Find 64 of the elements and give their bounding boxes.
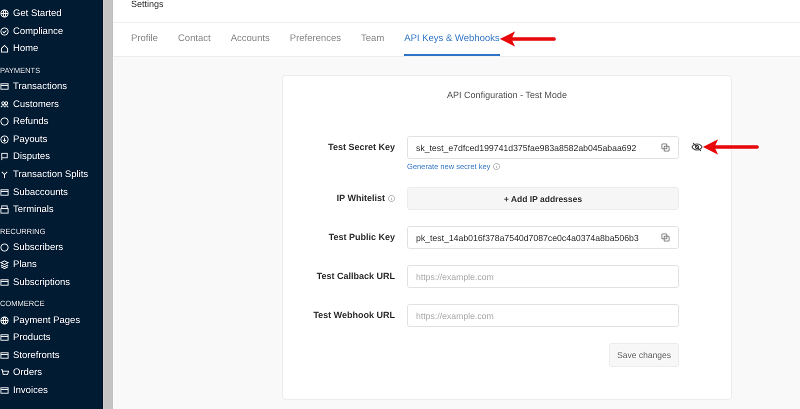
nav-icon: [0, 316, 9, 325]
nav-icon: [0, 368, 9, 378]
field-label: IP Whitelist: [336, 193, 385, 203]
nav-icon: [0, 170, 9, 180]
sidebar-item[interactable]: Terminals: [0, 200, 103, 219]
nav-icon: [0, 278, 9, 288]
sidebar-item[interactable]: Transactions: [0, 78, 103, 96]
info-icon: [493, 163, 500, 170]
sidebar-item[interactable]: Customers: [0, 95, 103, 113]
sidebar-item[interactable]: Home: [0, 40, 103, 58]
scrollbar[interactable]: [103, 0, 113, 409]
nav-icon: [0, 44, 9, 54]
nav-icon: [0, 386, 9, 395]
annotation-arrow: [703, 139, 759, 155]
sidebar-item[interactable]: Storefronts: [0, 346, 103, 364]
sidebar-item[interactable]: Payment Pages: [0, 311, 103, 329]
nav-icon: [0, 26, 9, 36]
nav-icon: [0, 117, 9, 126]
sidebar-item[interactable]: Refunds: [0, 112, 103, 131]
sidebar-item[interactable]: Compliance: [0, 22, 103, 40]
nav-icon: [0, 205, 9, 214]
sidebar-item[interactable]: Plans: [0, 256, 103, 274]
nav-icon: [0, 82, 9, 92]
sidebar-item[interactable]: Subscribers: [0, 238, 103, 256]
copy-icon[interactable]: [661, 143, 670, 152]
nav-icon: [0, 350, 9, 360]
field-label: Test Secret Key: [328, 142, 395, 152]
nav-icon: [0, 9, 9, 18]
tab[interactable]: Preferences: [290, 31, 341, 56]
url-field[interactable]: https://example.com: [407, 304, 679, 327]
url-field[interactable]: https://example.com: [407, 265, 679, 288]
nav-icon: [0, 188, 9, 197]
tab[interactable]: Contact: [178, 31, 211, 56]
field-label: Test Public Key: [328, 232, 395, 242]
key-field[interactable]: pk_test_14ab016f378a7540d7087ce0c4a0374a8ba506b3: [407, 226, 679, 249]
sidebar-item[interactable]: Get Started: [0, 5, 103, 23]
tab[interactable]: Team: [361, 31, 384, 56]
sidebar-item[interactable]: Disputes: [0, 148, 103, 166]
annotation-arrow: [500, 31, 556, 47]
hide-eye-icon[interactable]: [691, 142, 703, 152]
sidebar-item[interactable]: Subaccounts: [0, 183, 103, 201]
field-label: Test Webhook URL: [313, 310, 395, 320]
add-ip-button[interactable]: + Add IP addresses: [407, 187, 679, 210]
nav-icon: [0, 333, 9, 342]
nav-icon: [0, 134, 9, 144]
nav-icon: [0, 100, 9, 109]
nav-icon: [0, 260, 9, 270]
sidebar-item[interactable]: Invoices: [0, 382, 103, 400]
save-button[interactable]: Save changes: [609, 343, 679, 367]
sidebar-item[interactable]: Products: [0, 328, 103, 346]
tab[interactable]: Profile: [131, 31, 158, 56]
field-label: Test Callback URL: [316, 271, 395, 281]
sidebar-item[interactable]: Payouts: [0, 130, 103, 148]
tab[interactable]: Accounts: [230, 31, 270, 56]
sidebar-item[interactable]: Orders: [0, 364, 103, 382]
sidebar-item[interactable]: Transaction Splits: [0, 166, 103, 184]
card-title: API Configuration - Test Mode: [446, 90, 568, 100]
tab[interactable]: API Keys & Webhooks: [404, 31, 500, 56]
sidebar-item[interactable]: Subscriptions: [0, 274, 103, 292]
copy-icon[interactable]: [661, 233, 670, 242]
nav-icon: [0, 152, 9, 162]
nav-icon: [0, 242, 9, 252]
page-title: Settings: [130, 0, 165, 11]
key-field[interactable]: sk_test_e7dfced199741d375fae983a8582ab045abaa692: [407, 136, 679, 159]
